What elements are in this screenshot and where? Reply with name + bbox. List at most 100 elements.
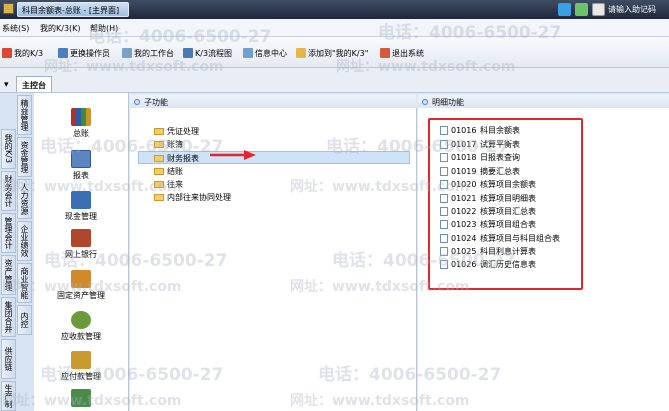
category-tab-group-consolidation[interactable]: 集团合并 xyxy=(1,297,16,337)
users-icon xyxy=(58,48,68,58)
menu-bar: 系统(S) 我的K/3(K) 帮助(H) xyxy=(0,19,669,37)
folder-ledger[interactable]: 账簿 xyxy=(154,139,183,150)
category-tab-management-accounting[interactable]: 管理会计 xyxy=(1,213,16,253)
toolbar: 我的K/3 更换操作员 我的工作台 K/3流程图 信息中心 添加到"我的K/3"… xyxy=(0,37,669,68)
detail-panel-title: 明细功能 xyxy=(432,98,464,107)
category-tab-financial-accounting[interactable]: 财务会计 xyxy=(1,171,16,211)
category-tab-manufacturing[interactable]: 生产制造 xyxy=(1,381,16,411)
category-tab-my-k3[interactable]: 我的K/3 xyxy=(1,129,16,169)
circle-icon xyxy=(422,99,428,105)
folder-label: 账簿 xyxy=(167,140,183,149)
left-category-tabs: 我的K/3 财务会计 管理会计 资产管理 集团合并 供应链 生产制造 精益管理 … xyxy=(0,93,34,411)
category-tab-human-resources[interactable]: 人力资源 xyxy=(17,179,32,219)
tool-my-k3[interactable]: 我的K/3 xyxy=(2,48,43,59)
folder-icon xyxy=(154,128,164,135)
category-tab-business-intelligence[interactable]: 商业智能 xyxy=(17,263,32,303)
workbench-icon xyxy=(122,48,132,58)
module-cash-management[interactable]: 现金管理 xyxy=(34,191,128,222)
menu-system[interactable]: 系统(S) xyxy=(2,23,29,34)
folder-closing[interactable]: 结账 xyxy=(154,166,183,177)
sub-panel-title: 子功能 xyxy=(144,98,168,107)
add-favorite-icon xyxy=(296,48,306,58)
folder-label: 往来 xyxy=(167,180,183,189)
app-icon xyxy=(3,3,14,14)
module-label: 应收款管理 xyxy=(61,332,101,341)
menu-help[interactable]: 帮助(H) xyxy=(90,23,118,34)
sub-panel-header: 子功能 xyxy=(130,95,416,109)
module-online-banking[interactable]: 网上银行 xyxy=(34,229,128,260)
tool-label: 更换操作员 xyxy=(70,49,110,58)
star-icon xyxy=(2,48,12,58)
module-fixed-assets[interactable]: 固定资产管理 xyxy=(34,270,128,301)
title-bar-tools: 请输入助记码 xyxy=(552,1,669,18)
module-receivables[interactable]: 应收款管理 xyxy=(34,311,128,342)
folder-icon xyxy=(154,155,164,162)
globe-icon[interactable] xyxy=(558,3,571,16)
detail-panel-header: 明细功能 xyxy=(418,95,669,109)
module-general-ledger[interactable]: 总账 xyxy=(34,108,128,139)
folder-label: 财务报表 xyxy=(167,154,199,163)
tool-label: 退出系统 xyxy=(392,49,424,58)
exit-icon xyxy=(380,48,390,58)
tool-label: 我的工作台 xyxy=(134,49,174,58)
highlight-box-annotation xyxy=(428,118,583,290)
folder-financial-reports[interactable]: 财务报表 xyxy=(138,151,410,164)
category-tab-internal-control[interactable]: 内控 xyxy=(17,305,32,335)
red-arrow-annotation xyxy=(210,150,256,160)
chevron-down-icon[interactable]: ▾ xyxy=(4,80,9,90)
module-label: 总账 xyxy=(73,129,89,138)
folder-icon xyxy=(154,141,164,148)
menu-my-k3[interactable]: 我的K/3(K) xyxy=(40,23,81,34)
category-tab-asset-management[interactable]: 资产管理 xyxy=(1,255,16,295)
tab-main-console[interactable]: 主控台 xyxy=(16,76,52,92)
tab-bar xyxy=(0,68,669,93)
module-label: 网上银行 xyxy=(65,250,97,259)
module-more[interactable] xyxy=(34,389,128,409)
category-tab-enterprise-performance[interactable]: 企业绩效 xyxy=(17,221,32,261)
truck-icon xyxy=(71,270,91,288)
money-bag-icon xyxy=(71,311,91,329)
tool-change-operator[interactable]: 更换操作员 xyxy=(58,48,110,59)
module-label: 现金管理 xyxy=(65,212,97,221)
category-tab-supply-chain[interactable]: 供应链 xyxy=(1,339,16,379)
folder-icon xyxy=(154,168,164,175)
search-icon[interactable] xyxy=(592,3,605,16)
tool-label: K/3流程图 xyxy=(195,49,233,58)
folder-transactions[interactable]: 往来 xyxy=(154,179,183,190)
tool-info-center[interactable]: 信息中心 xyxy=(243,48,287,59)
circle-icon xyxy=(134,99,140,105)
window-title: 科目余额表-总账 - [主界面] xyxy=(17,2,129,17)
tool-my-workbench[interactable]: 我的工作台 xyxy=(122,48,174,59)
module-reports[interactable]: 报表 xyxy=(34,150,128,181)
folder-icon xyxy=(154,181,164,188)
home-icon[interactable] xyxy=(575,3,588,16)
tool-label: 信息中心 xyxy=(255,49,287,58)
tool-add-to-my-k3[interactable]: 添加到"我的K/3" xyxy=(296,48,368,59)
tool-exit-system[interactable]: 退出系统 xyxy=(380,48,424,59)
books-icon xyxy=(71,108,91,126)
cash-register-icon xyxy=(71,191,91,209)
tool-label: 我的K/3 xyxy=(14,49,44,58)
folder-label: 内部往来协同处理 xyxy=(167,193,231,202)
category-tab-fund-management[interactable]: 资金管理 xyxy=(17,137,32,177)
category-tab-lean-management[interactable]: 精益管理 xyxy=(17,95,32,135)
mnemonic-input[interactable]: 请输入助记码 xyxy=(608,4,656,15)
module-label: 应付款管理 xyxy=(61,372,101,381)
folder-voucher[interactable]: 凭证处理 xyxy=(154,126,199,137)
module-column: 总账 报表 现金管理 网上银行 固定资产管理 应收款管理 应付款管理 xyxy=(34,93,129,411)
flowchart-icon xyxy=(183,48,193,58)
coins-icon xyxy=(71,351,91,369)
module-label: 固定资产管理 xyxy=(57,291,105,300)
info-icon xyxy=(243,48,253,58)
folder-label: 结账 xyxy=(167,167,183,176)
report-icon xyxy=(71,150,91,168)
module-label: 报表 xyxy=(73,171,89,180)
folder-label: 凭证处理 xyxy=(167,127,199,136)
tool-k3-flowchart[interactable]: K/3流程图 xyxy=(183,48,232,59)
settings-icon xyxy=(71,389,91,407)
bank-icon xyxy=(71,229,91,247)
module-payables[interactable]: 应付款管理 xyxy=(34,351,128,382)
folder-internal-transactions[interactable]: 内部往来协同处理 xyxy=(154,192,231,203)
folder-icon xyxy=(154,194,164,201)
tool-label: 添加到"我的K/3" xyxy=(308,49,369,58)
